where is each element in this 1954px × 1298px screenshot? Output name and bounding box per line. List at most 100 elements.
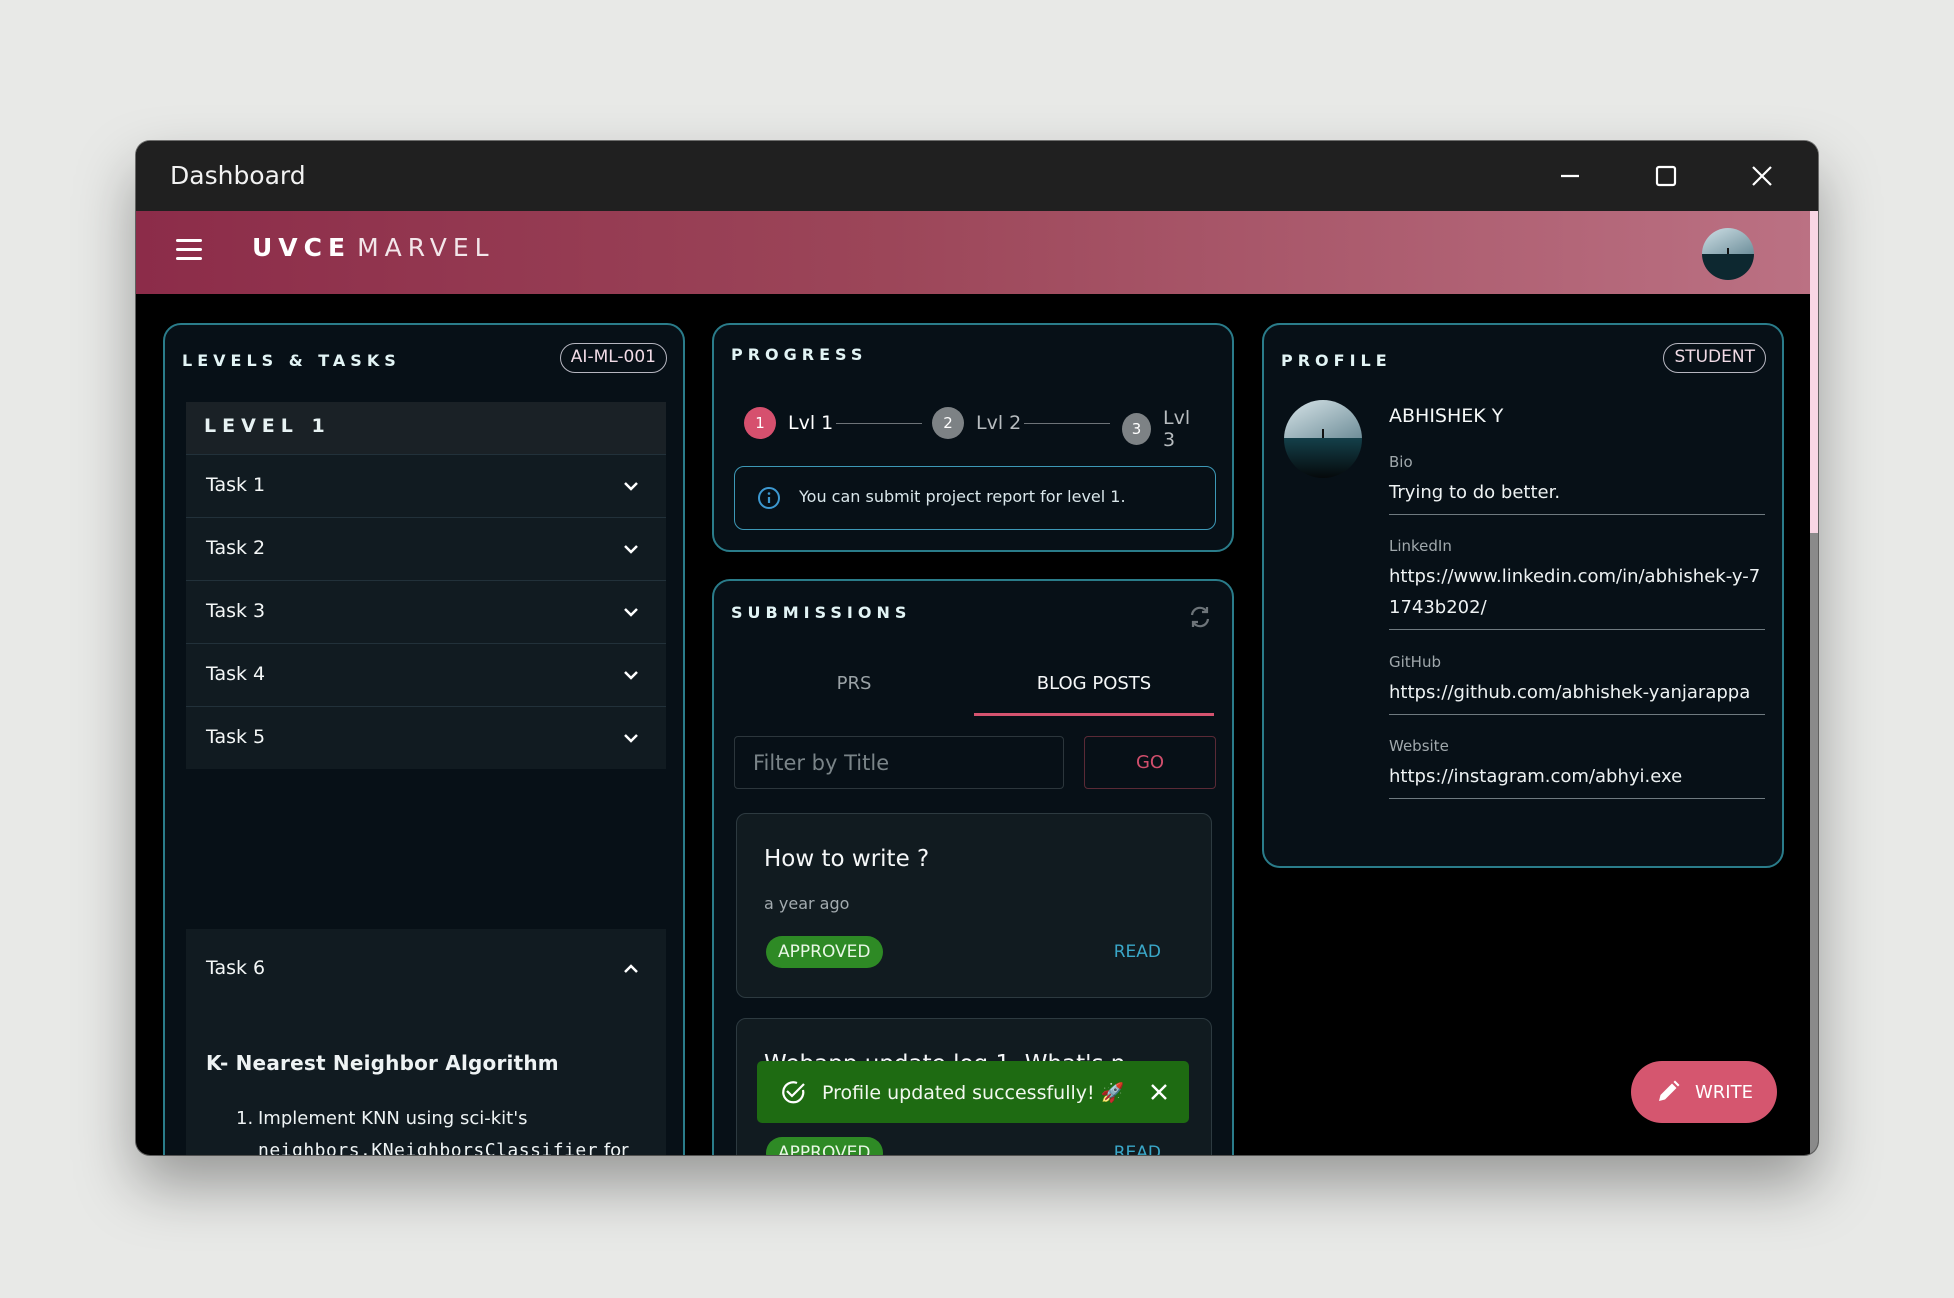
step-number: 2: [932, 407, 964, 439]
level-label: LEVEL 1: [204, 415, 331, 437]
task-label: Task 3: [206, 600, 266, 622]
code-snippet: neighbors.KNeighborsClassifier: [258, 1140, 599, 1155]
close-icon[interactable]: [1149, 1082, 1169, 1102]
profile-panel: PROFILE STUDENT ABHISHEK Y Bio Trying to…: [1262, 323, 1784, 868]
step-label: Lvl 2: [976, 412, 1022, 434]
task-label: Task 5: [206, 726, 266, 748]
step-3: 3 Lvl 3: [1122, 407, 1204, 451]
item-text: Implement KNN using sci-kit's: [258, 1108, 528, 1129]
task-row[interactable]: Task 5: [186, 706, 666, 769]
toast-message: Profile updated successfully! 🚀: [822, 1082, 1125, 1104]
step-label: Lvl 1: [788, 412, 834, 434]
step-2: 2 Lvl 2: [932, 407, 1021, 439]
task-expanded: Task 6 K- Nearest Neighbor Algorithm 1. I…: [186, 929, 666, 1155]
task-row[interactable]: Task 3: [186, 580, 666, 643]
step-label: Lvl 3: [1163, 407, 1191, 451]
task-expanded-header[interactable]: Task 6: [186, 929, 666, 1009]
step-1: 1 Lvl 1: [744, 407, 833, 439]
task-label: Task 1: [206, 474, 266, 496]
field-value[interactable]: https://www.linkedin.com/in/abhishek-y-7…: [1389, 561, 1765, 629]
refresh-icon[interactable]: [1186, 603, 1214, 631]
filter-title-input[interactable]: [734, 736, 1064, 789]
role-chip: STUDENT: [1663, 343, 1766, 373]
chevron-down-icon: [624, 545, 638, 554]
task-heading: K- Nearest Neighbor Algorithm: [206, 1051, 559, 1075]
minimize-icon: [1561, 174, 1579, 178]
task-description: K- Nearest Neighbor Algorithm 1. Implemen…: [206, 1051, 656, 1155]
task-row[interactable]: Task 1: [186, 454, 666, 517]
progress-panel: PROGRESS 1 Lvl 1 2 Lvl 2 3 Lvl 3 You can…: [712, 323, 1234, 552]
write-button[interactable]: WRITE: [1631, 1061, 1777, 1123]
app-window: Dashboard UVCEMARVEL LEVELS & TASKS AI-: [136, 141, 1818, 1155]
chevron-down-icon: [624, 608, 638, 617]
field-value[interactable]: https://github.com/abhishek-yanjarappa: [1389, 677, 1765, 714]
field-label: LinkedIn: [1389, 537, 1452, 555]
levels-tasks-panel: LEVELS & TASKS AI-ML-001 LEVEL 1 Task 1 …: [163, 323, 685, 1155]
pencil-icon: [1659, 1080, 1680, 1101]
brand-light: MARVEL: [357, 233, 495, 262]
task-label: Task 2: [206, 537, 266, 559]
task-row[interactable]: Task 4: [186, 643, 666, 706]
panel-title: LEVELS & TASKS: [182, 351, 401, 370]
info-text: You can submit project report for level …: [799, 487, 1126, 506]
step-number: 1: [744, 407, 776, 439]
minimize-button[interactable]: [1522, 141, 1618, 211]
info-icon: [758, 487, 780, 509]
post-time: a year ago: [764, 894, 850, 913]
info-alert: You can submit project report for level …: [734, 466, 1216, 530]
chevron-down-icon: [624, 734, 638, 743]
field-label: GitHub: [1389, 653, 1441, 671]
profile-field-website: Website https://instagram.com/abhyi.exe: [1389, 737, 1765, 799]
post-title: How to write ?: [764, 846, 930, 872]
hamburger-menu-icon[interactable]: [176, 239, 202, 261]
close-icon: [1752, 166, 1772, 186]
check-circle-icon: [782, 1081, 805, 1104]
go-button[interactable]: GO: [1084, 736, 1216, 789]
user-avatar[interactable]: [1702, 228, 1754, 280]
profile-field-bio: Bio Trying to do better.: [1389, 453, 1765, 515]
close-button[interactable]: [1714, 141, 1810, 211]
title-bar: Dashboard: [136, 141, 1818, 211]
task-label: Task 4: [206, 663, 266, 685]
chevron-down-icon: [624, 482, 638, 491]
write-label: WRITE: [1695, 1081, 1753, 1103]
profile-name: ABHISHEK Y: [1389, 405, 1504, 427]
scrollbar[interactable]: [1810, 211, 1818, 1155]
profile-field-github: GitHub https://github.com/abhishek-yanja…: [1389, 653, 1765, 715]
success-toast: Profile updated successfully! 🚀: [757, 1061, 1189, 1123]
chevron-up-icon: [624, 964, 638, 973]
status-badge: APPROVED: [766, 936, 883, 968]
panel-title: PROGRESS: [731, 345, 868, 364]
status-badge: APPROVED: [766, 1137, 883, 1155]
window-title: Dashboard: [170, 161, 306, 190]
read-button[interactable]: READ: [1114, 1143, 1161, 1155]
read-button[interactable]: READ: [1114, 942, 1161, 962]
post-card: How to write ? a year ago APPROVED READ: [736, 813, 1212, 998]
maximize-icon: [1655, 165, 1677, 187]
maximize-button[interactable]: [1618, 141, 1714, 211]
panel-title: PROFILE: [1281, 351, 1392, 370]
brand-bold: UVCE: [252, 233, 352, 262]
scrollbar-thumb[interactable]: [1810, 211, 1818, 533]
task-row[interactable]: Task 2: [186, 517, 666, 580]
profile-avatar: [1284, 400, 1362, 478]
tab-blog-posts[interactable]: BLOG POSTS: [974, 656, 1214, 716]
profile-field-linkedin: LinkedIn https://www.linkedin.com/in/abh…: [1389, 537, 1765, 630]
list-number: 1.: [236, 1108, 254, 1129]
course-code-chip: AI-ML-001: [559, 343, 667, 373]
task-list-item: 1. Implement KNN using sci-kit's neighbor…: [206, 1103, 656, 1155]
field-label: Website: [1389, 737, 1449, 755]
step-number: 3: [1122, 413, 1151, 445]
field-label: Bio: [1389, 453, 1413, 471]
step-connector: [836, 423, 922, 424]
chevron-down-icon: [624, 671, 638, 680]
task-label: Task 6: [206, 957, 266, 979]
field-value: Trying to do better.: [1389, 482, 1561, 503]
app-header: UVCE MARVEL: [136, 211, 1810, 294]
brand-logo: UVCE MARVEL: [252, 233, 495, 262]
level-stepper: 1 Lvl 1 2 Lvl 2 3 Lvl 3: [744, 407, 1204, 451]
field-value[interactable]: https://instagram.com/abhyi.exe: [1389, 761, 1765, 798]
step-connector: [1024, 423, 1110, 424]
tab-prs[interactable]: PRS: [734, 656, 974, 716]
panel-title: SUBMISSIONS: [731, 603, 912, 622]
